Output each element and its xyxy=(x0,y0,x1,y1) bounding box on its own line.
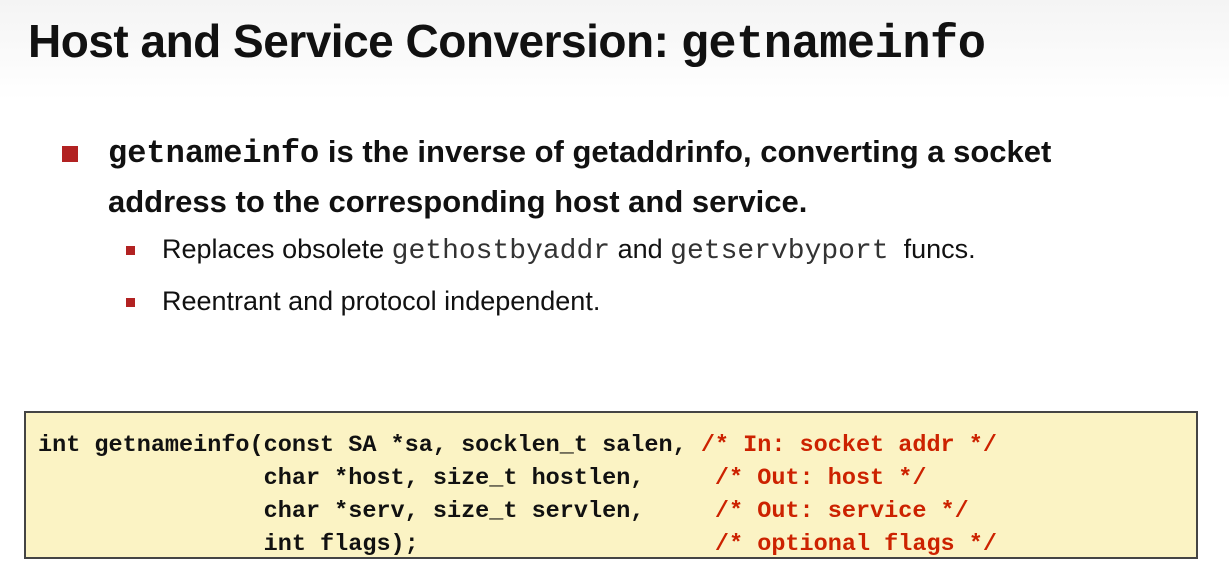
code-line-4: int flags); /* optional flags */ xyxy=(38,531,997,558)
code-comment: /* Out: host */ xyxy=(714,465,927,492)
slide-title: Host and Service Conversion: getnameinfo xyxy=(28,14,986,72)
sub-bullet-reentrant: Reentrant and protocol independent. xyxy=(126,286,600,317)
sub-bullet-mid: and xyxy=(610,234,671,264)
square-bullet-icon xyxy=(62,146,78,162)
sub-bullet-replaces: Replaces obsolete gethostbyaddr and gets… xyxy=(126,234,976,267)
title-function-name: getnameinfo xyxy=(680,19,986,72)
sub-bullet-reentrant-text: Reentrant and protocol independent. xyxy=(162,286,601,316)
code-comment: /* In: socket addr */ xyxy=(700,432,997,459)
code-line-3: char *serv, size_t servlen, /* Out: serv… xyxy=(38,498,969,525)
sub-bullet-post: funcs. xyxy=(888,234,976,264)
bullet-function-name: getnameinfo xyxy=(108,135,320,172)
code-line-1: int getnameinfo(const SA *sa, socklen_t … xyxy=(38,432,997,459)
code-block: int getnameinfo(const SA *sa, socklen_t … xyxy=(38,429,997,561)
code-comment: /* Out: service */ xyxy=(714,498,969,525)
main-bullet-text: getnameinfo is the inverse of getaddrinf… xyxy=(108,128,1162,226)
title-text: Host and Service Conversion: xyxy=(28,15,681,67)
code-line-2: char *host, size_t hostlen, /* Out: host… xyxy=(38,465,927,492)
main-bullet: getnameinfo is the inverse of getaddrinf… xyxy=(62,128,1162,226)
code-box: int getnameinfo(const SA *sa, socklen_t … xyxy=(24,411,1198,559)
small-square-bullet-icon xyxy=(126,298,135,307)
getservbyport-name: getservbyport xyxy=(670,236,889,267)
small-square-bullet-icon xyxy=(126,246,135,255)
sub-bullet-pre: Replaces obsolete xyxy=(162,234,392,264)
code-comment: /* optional flags */ xyxy=(714,531,997,558)
gethostbyaddr-name: gethostbyaddr xyxy=(391,236,611,267)
